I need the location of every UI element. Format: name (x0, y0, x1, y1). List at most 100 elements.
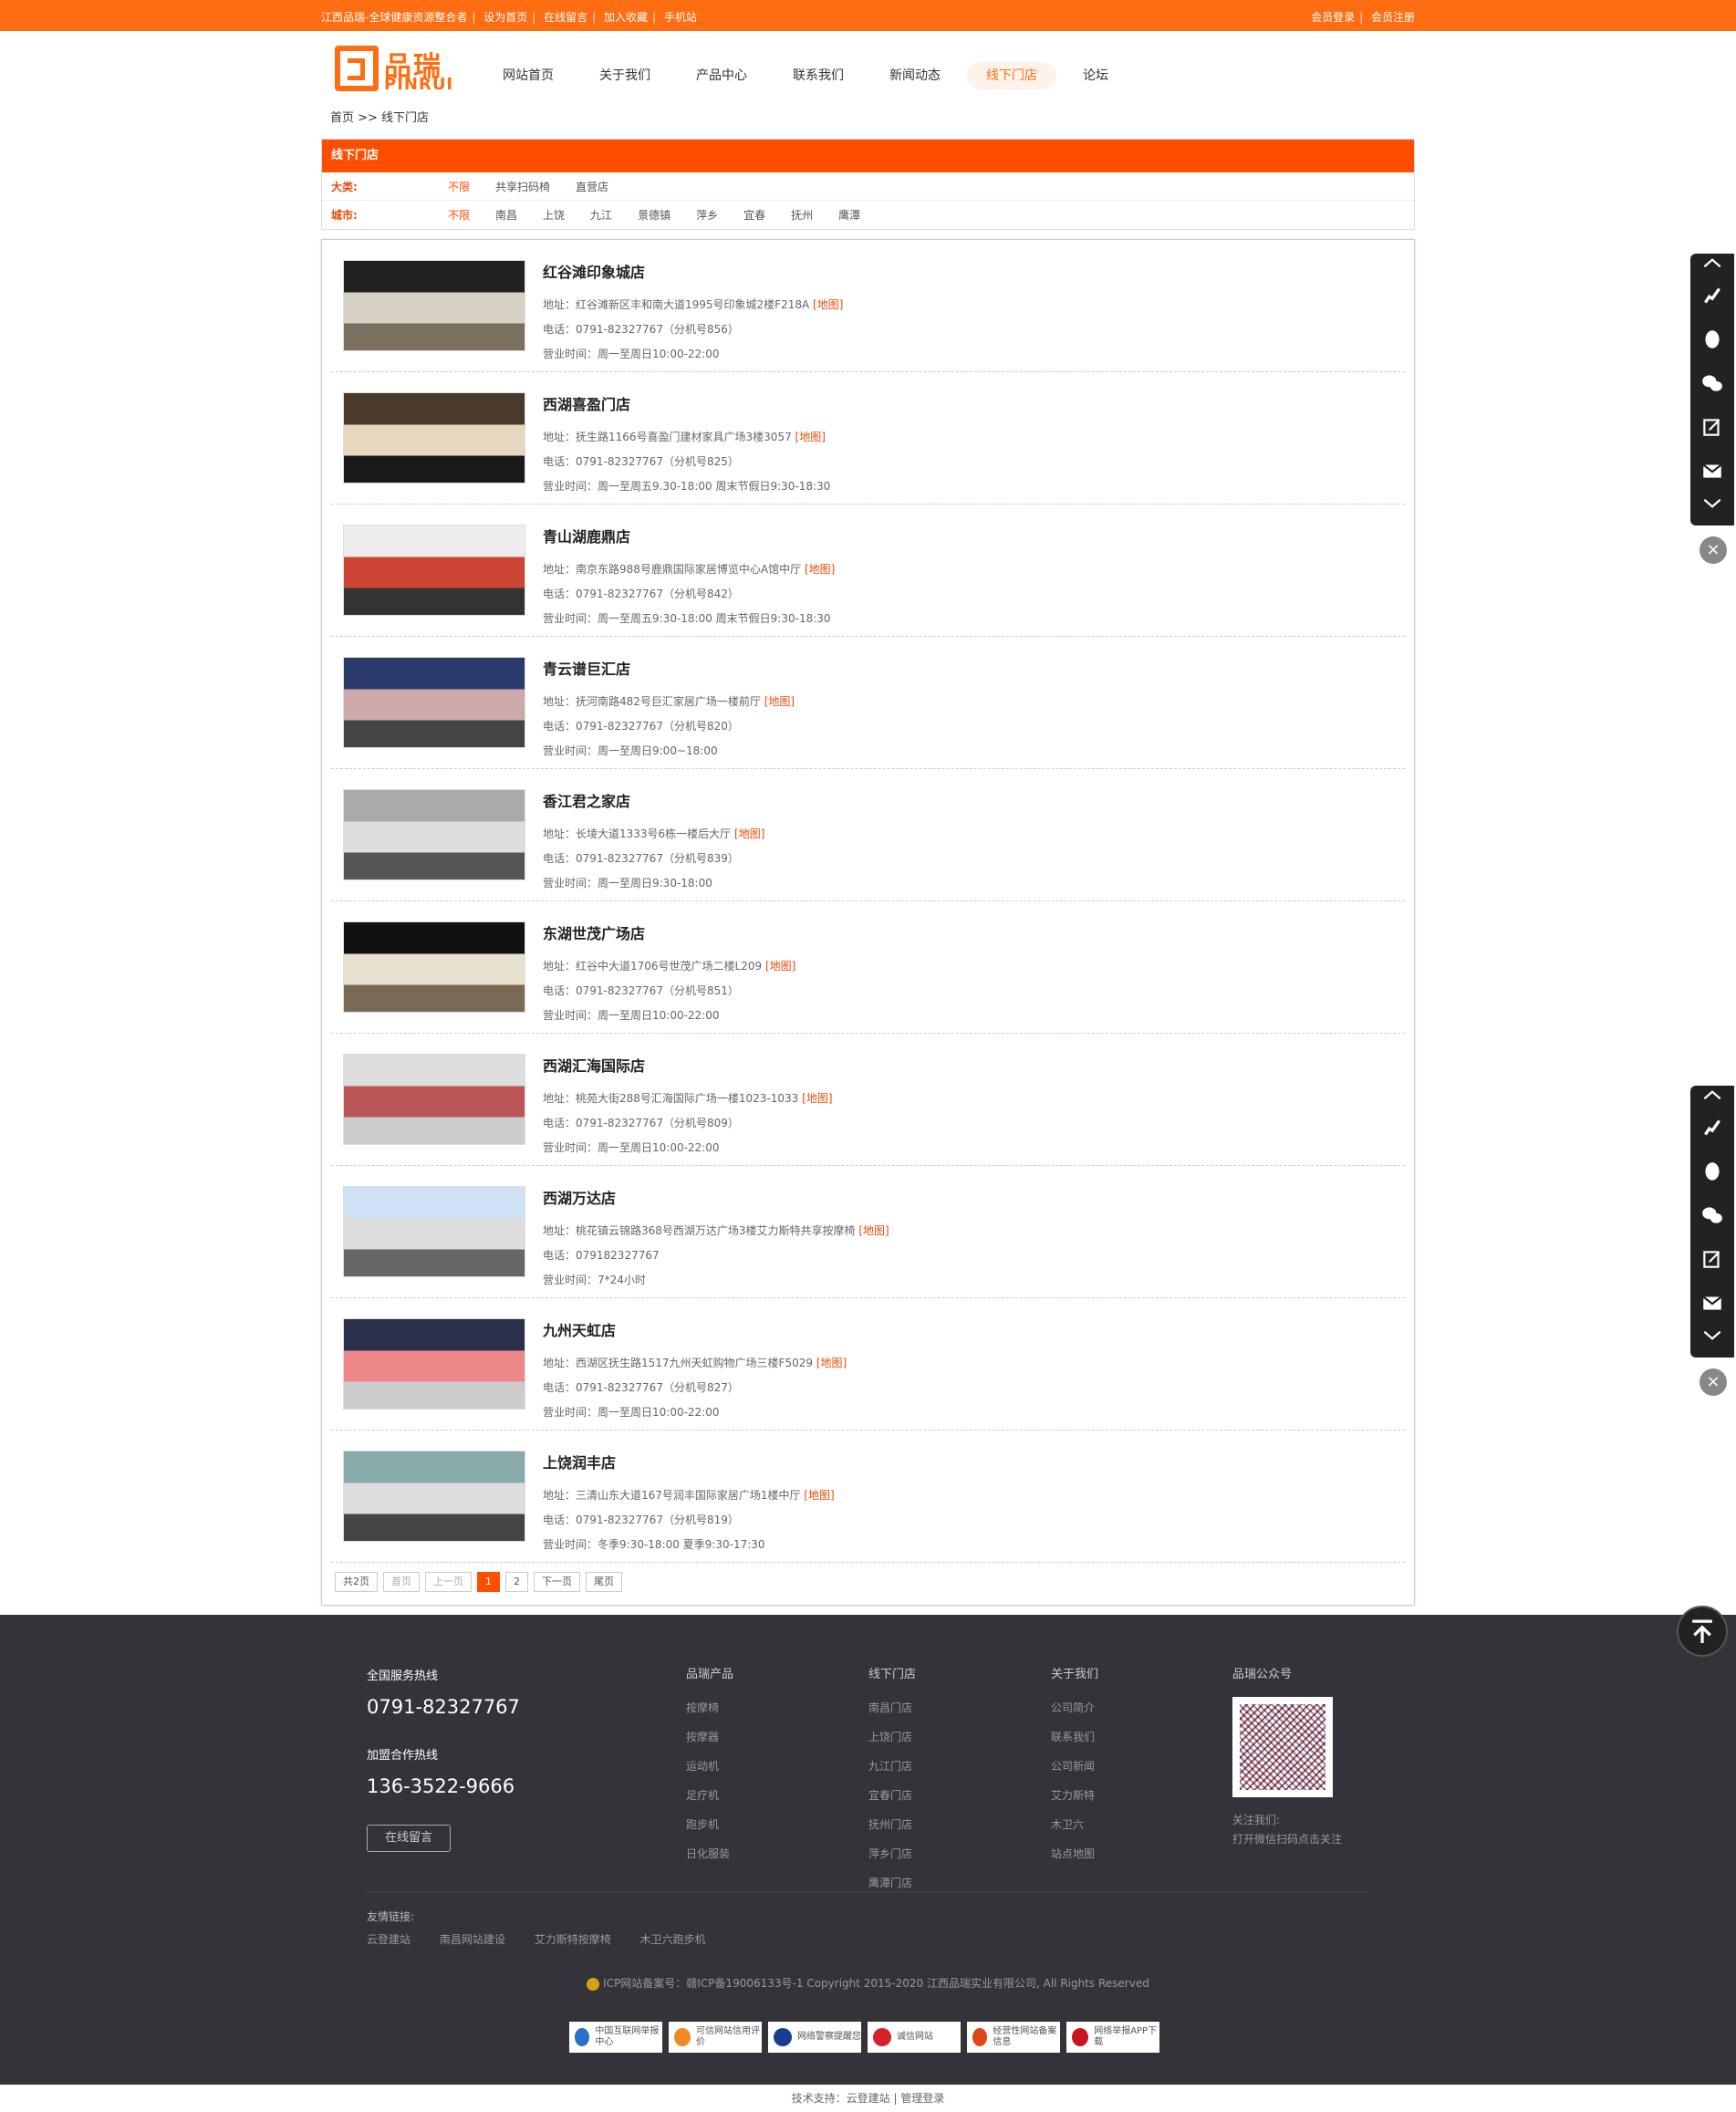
logo[interactable]: 品瑞 PINRUI (335, 44, 463, 95)
city-option[interactable]: 萍乡 (696, 207, 718, 223)
map-link[interactable]: [地图] (802, 1092, 832, 1105)
store-name[interactable]: 青云谱巨汇店 (543, 657, 795, 679)
category-option[interactable]: 共享扫码椅 (495, 179, 550, 194)
map-link[interactable]: [地图] (804, 1489, 834, 1502)
store-photo[interactable] (343, 657, 525, 748)
footer-link[interactable]: 足疗机 (686, 1787, 733, 1803)
nav-home[interactable]: 网站首页 (483, 62, 573, 89)
member-register-link[interactable]: 会员注册 (1371, 11, 1415, 24)
nav-stores[interactable]: 线下门店 (967, 62, 1056, 89)
store-name[interactable]: 西湖喜盈门店 (543, 392, 830, 414)
city-option[interactable]: 景德镇 (638, 207, 670, 223)
first-page-button[interactable]: 首页 (383, 1572, 420, 1592)
store-photo[interactable] (343, 392, 525, 484)
footer-link[interactable]: 运动机 (686, 1758, 733, 1774)
footer-link[interactable]: 按摩椅 (686, 1700, 733, 1715)
leave-message-link[interactable]: 在线留言 (544, 11, 587, 24)
store-photo[interactable] (343, 1054, 525, 1145)
nav-about[interactable]: 关于我们 (580, 62, 670, 89)
category-option[interactable]: 直营店 (576, 179, 608, 194)
wechat-icon[interactable] (1690, 361, 1734, 405)
edit-icon[interactable] (1690, 405, 1734, 449)
store-photo[interactable] (343, 525, 525, 616)
footer-link[interactable]: 萍乡门店 (868, 1846, 916, 1861)
store-photo[interactable] (343, 921, 525, 1013)
footer-link[interactable]: 南昌门店 (868, 1700, 916, 1715)
store-name[interactable]: 香江君之家店 (543, 789, 764, 811)
map-link[interactable]: [地图] (805, 563, 835, 576)
friend-link[interactable]: 南昌网站建设 (440, 1933, 505, 1946)
city-option[interactable]: 不限 (448, 207, 470, 223)
chevron-up-icon[interactable] (1690, 254, 1734, 274)
store-photo[interactable] (343, 1318, 525, 1410)
footer-link[interactable]: 公司简介 (1051, 1700, 1098, 1715)
map-link[interactable]: [地图] (765, 960, 795, 973)
store-name[interactable]: 东湖世茂广场店 (543, 921, 795, 943)
nav-contact[interactable]: 联系我们 (774, 62, 863, 89)
footer-link[interactable]: 宜春门店 (868, 1787, 916, 1803)
footer-link[interactable]: 木卫六 (1051, 1816, 1098, 1832)
map-link[interactable]: [地图] (734, 827, 764, 840)
map-link[interactable]: [地图] (813, 298, 843, 311)
back-to-top-icon[interactable] (1677, 1606, 1728, 1657)
phone-icon[interactable] (1690, 274, 1734, 317)
map-link[interactable]: [地图] (764, 695, 795, 708)
store-photo[interactable] (343, 1186, 525, 1277)
footer-link[interactable]: 日化服装 (686, 1846, 733, 1861)
city-option[interactable]: 上饶 (543, 207, 565, 223)
store-name[interactable]: 西湖万达店 (543, 1186, 889, 1208)
wechat-icon[interactable] (1690, 1193, 1734, 1237)
friend-link[interactable]: 云登建站 (367, 1933, 411, 1946)
trust-badge[interactable]: 网络举报APP下载 (1066, 2022, 1159, 2053)
trust-badge[interactable]: 可信网站信用评价 (669, 2022, 762, 2053)
footer-link[interactable]: 抚州门店 (868, 1816, 916, 1832)
chevron-down-icon[interactable] (1690, 493, 1734, 513)
footer-link[interactable]: 上饶门店 (868, 1729, 916, 1744)
store-name[interactable]: 西湖汇海国际店 (543, 1054, 833, 1076)
add-favorite-link[interactable]: 加入收藏 (604, 11, 648, 24)
member-login-link[interactable]: 会员登录 (1311, 11, 1355, 24)
footer-link[interactable]: 公司新闻 (1051, 1758, 1098, 1774)
footer-link[interactable]: 联系我们 (1051, 1729, 1098, 1744)
category-option[interactable]: 不限 (448, 179, 470, 194)
store-name[interactable]: 九州天虹店 (543, 1318, 847, 1340)
mail-icon[interactable] (1690, 1281, 1734, 1325)
trust-badge[interactable]: 中国互联网举报中心 (569, 2022, 662, 2053)
mobile-site-link[interactable]: 手机站 (664, 11, 697, 24)
chevron-up-icon[interactable] (1690, 1086, 1734, 1106)
map-link[interactable]: [地图] (795, 431, 826, 443)
chevron-down-icon[interactable] (1690, 1325, 1734, 1345)
city-option[interactable]: 南昌 (495, 207, 517, 223)
mail-icon[interactable] (1690, 449, 1734, 493)
page-1-button[interactable]: 1 (477, 1572, 500, 1592)
store-photo[interactable] (343, 260, 525, 351)
prev-page-button[interactable]: 上一页 (425, 1572, 472, 1592)
footer-link[interactable]: 鹰潭门店 (868, 1875, 916, 1890)
store-name[interactable]: 上饶润丰店 (543, 1451, 835, 1472)
store-photo[interactable] (343, 789, 525, 880)
friend-link[interactable]: 木卫六跑步机 (640, 1933, 706, 1946)
next-page-button[interactable]: 下一页 (534, 1572, 580, 1592)
footer-link[interactable]: 九江门店 (868, 1758, 916, 1774)
close-icon[interactable]: × (1700, 536, 1727, 564)
city-option[interactable]: 九江 (590, 207, 612, 223)
city-option[interactable]: 抚州 (791, 207, 813, 223)
map-link[interactable]: [地图] (816, 1357, 847, 1369)
online-message-button[interactable]: 在线留言 (367, 1825, 451, 1852)
nav-products[interactable]: 产品中心 (677, 62, 766, 89)
last-page-button[interactable]: 尾页 (586, 1572, 622, 1592)
city-option[interactable]: 宜春 (743, 207, 765, 223)
phone-icon[interactable] (1690, 1106, 1734, 1150)
store-name[interactable]: 青山湖鹿鼎店 (543, 525, 835, 546)
store-photo[interactable] (343, 1451, 525, 1542)
trust-badge[interactable]: 网络警察提醒您 (768, 2022, 861, 2053)
qq-icon[interactable] (1690, 317, 1734, 361)
nav-news[interactable]: 新闻动态 (870, 62, 960, 89)
friend-link[interactable]: 艾力斯特按摩椅 (535, 1933, 611, 1946)
qq-icon[interactable] (1690, 1150, 1734, 1193)
trust-badge[interactable]: 经营性网站备案信息 (967, 2022, 1060, 2053)
page-2-button[interactable]: 2 (505, 1572, 528, 1592)
city-option[interactable]: 鹰潭 (838, 207, 860, 223)
store-name[interactable]: 红谷滩印象城店 (543, 260, 843, 282)
edit-icon[interactable] (1690, 1237, 1734, 1281)
